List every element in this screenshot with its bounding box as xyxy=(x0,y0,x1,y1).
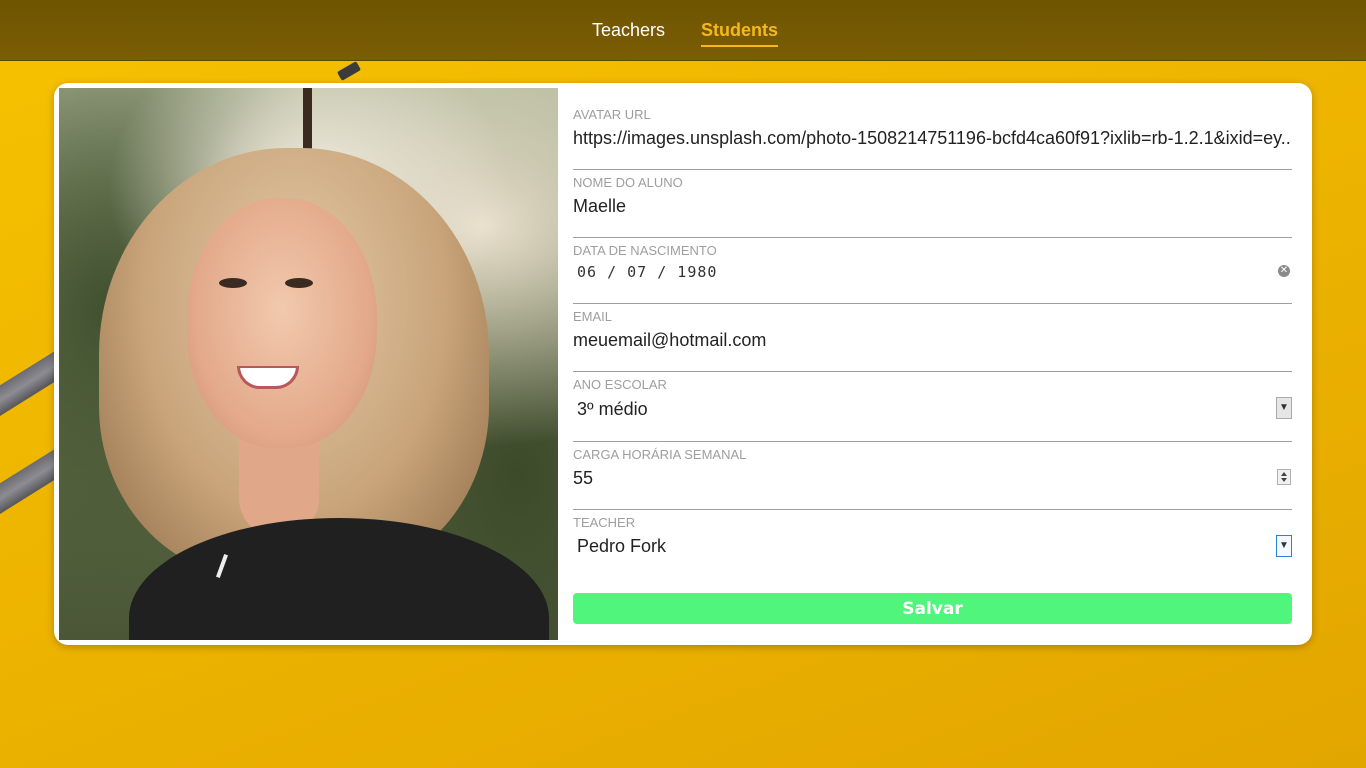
nav-teachers-link[interactable]: Teachers xyxy=(592,20,665,45)
photo-face xyxy=(187,198,377,448)
student-name-field[interactable]: NOME DO ALUNO Maelle xyxy=(573,170,1292,238)
avatar-url-input[interactable]: https://images.unsplash.com/photo-150821… xyxy=(573,128,1292,149)
chevron-down-icon[interactable]: ▼ xyxy=(1276,535,1292,557)
school-year-select[interactable]: 3º médio xyxy=(577,399,1296,420)
student-name-label: NOME DO ALUNO xyxy=(573,175,683,190)
email-label: EMAIL xyxy=(573,309,613,324)
teacher-field[interactable]: TEACHER Pedro Fork ▼ xyxy=(573,510,1292,578)
top-navbar: Teachers Students xyxy=(0,0,1366,61)
student-card: AVATAR URL https://images.unsplash.com/p… xyxy=(54,83,1312,645)
photo-eye xyxy=(285,278,313,288)
email-input[interactable]: meuemail@hotmail.com xyxy=(573,330,1292,351)
weekly-hours-field[interactable]: CARGA HORÁRIA SEMANAL 55 xyxy=(573,442,1292,510)
birth-date-input[interactable]: 06 / 07 / 1980 xyxy=(577,263,717,281)
birth-date-label: DATA DE NASCIMENTO xyxy=(573,243,717,258)
weekly-hours-label: CARGA HORÁRIA SEMANAL xyxy=(573,447,747,462)
photo-eye xyxy=(219,278,247,288)
email-field[interactable]: EMAIL meuemail@hotmail.com xyxy=(573,304,1292,372)
clear-date-icon[interactable]: ✕ xyxy=(1278,265,1290,277)
school-year-label: ANO ESCOLAR xyxy=(573,377,667,392)
chevron-down-icon[interactable]: ▼ xyxy=(1276,397,1292,419)
birth-date-field[interactable]: DATA DE NASCIMENTO 06 / 07 / 1980 ✕ xyxy=(573,238,1292,304)
student-form: AVATAR URL https://images.unsplash.com/p… xyxy=(573,107,1292,578)
pencil-tip-decoration xyxy=(336,61,362,81)
avatar-url-label: AVATAR URL xyxy=(573,107,651,122)
school-year-field[interactable]: ANO ESCOLAR 3º médio ▼ xyxy=(573,372,1292,442)
nav-students-link[interactable]: Students xyxy=(701,20,779,47)
student-name-input[interactable]: Maelle xyxy=(573,196,1292,217)
save-button[interactable]: Salvar xyxy=(573,593,1292,624)
teacher-select[interactable]: Pedro Fork xyxy=(577,536,1296,557)
number-spinner-icon[interactable] xyxy=(1277,469,1291,485)
teacher-label: TEACHER xyxy=(573,515,636,530)
student-avatar-photo xyxy=(59,88,558,640)
avatar-url-field[interactable]: AVATAR URL https://images.unsplash.com/p… xyxy=(573,107,1292,170)
weekly-hours-input[interactable]: 55 xyxy=(573,468,1292,489)
